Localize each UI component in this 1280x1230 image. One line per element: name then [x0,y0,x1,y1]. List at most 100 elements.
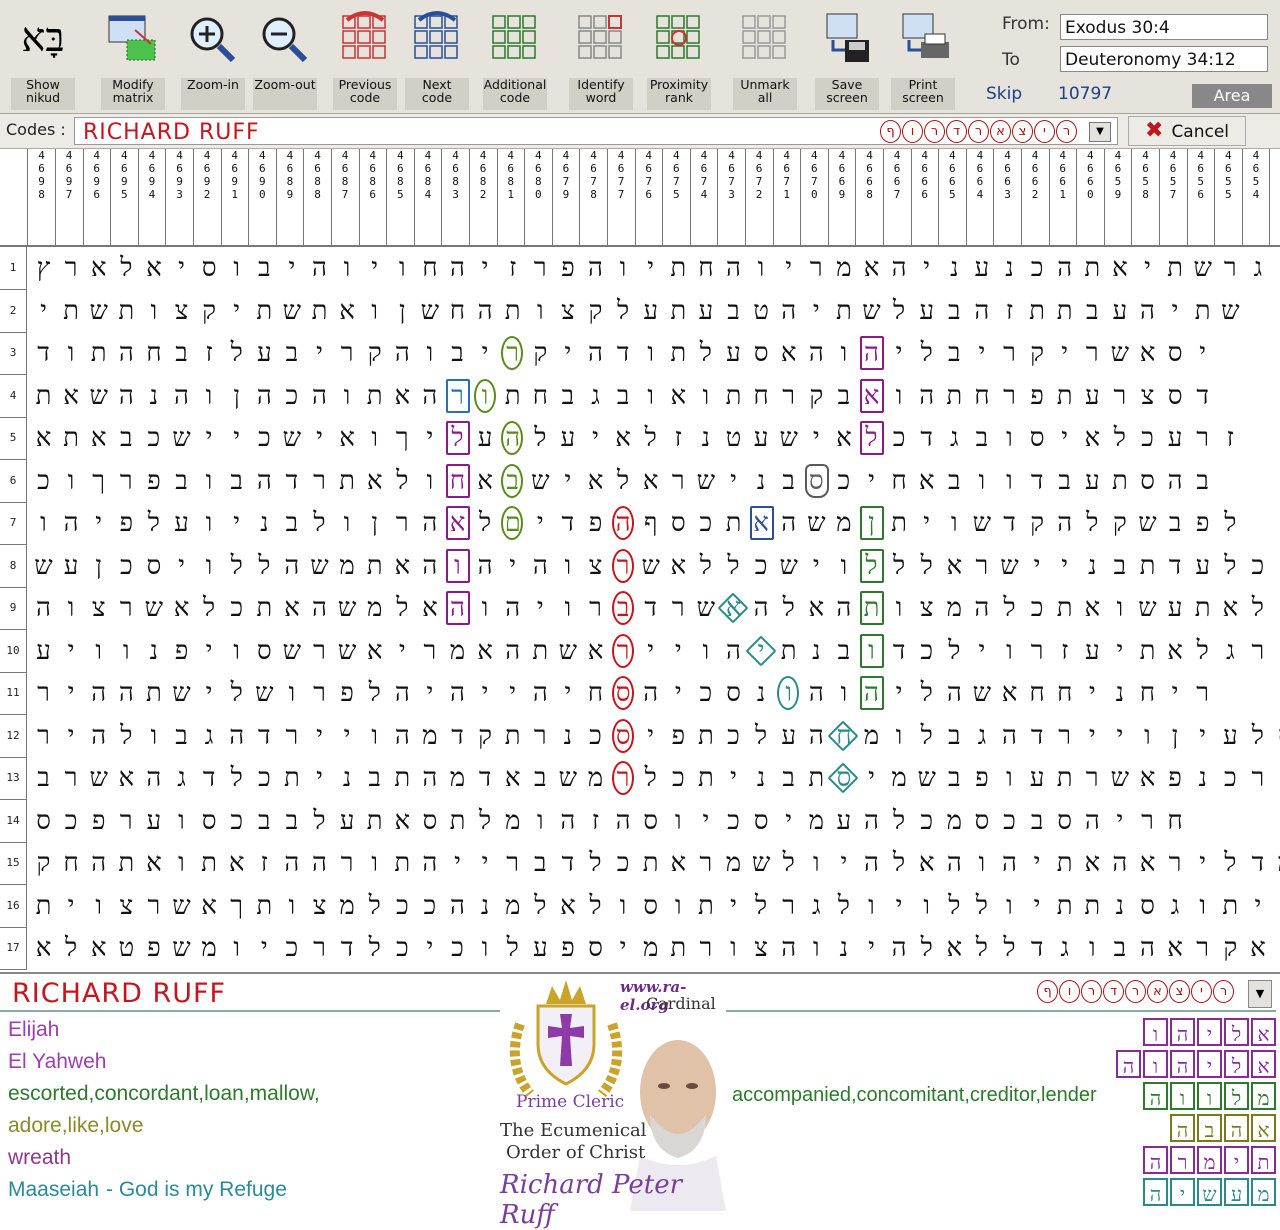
matrix-cell[interactable]: ב [1051,460,1078,502]
matrix-cell[interactable]: פ [1162,757,1189,799]
matrix-cell[interactable]: כ [1024,587,1051,629]
matrix-cell[interactable]: ש [30,545,57,587]
matrix-cell[interactable]: ה [472,290,499,332]
matrix-cell[interactable]: ח [1162,800,1189,842]
matrix-cell[interactable]: ו [58,332,85,374]
matrix-cell[interactable]: ת [803,757,830,799]
matrix-cell[interactable]: ל [692,545,719,587]
matrix-cell[interactable]: י [610,927,637,969]
matrix-cell[interactable]: ר [610,757,637,799]
matrix-cell[interactable]: ב [775,757,802,799]
matrix-cell[interactable]: ת [499,290,526,332]
matrix-cell[interactable]: ש [775,545,802,587]
matrix-cell[interactable]: ו [886,715,913,757]
matrix-cell[interactable]: י [1079,672,1106,714]
matrix-cell[interactable]: ל [996,587,1023,629]
matrix-cell[interactable]: נ [748,757,775,799]
matrix-cell[interactable]: ד [610,332,637,374]
matrix-cell[interactable]: כ [416,885,443,927]
matrix-cell[interactable]: ו [886,375,913,417]
matrix-cell[interactable]: ש [913,757,940,799]
matrix-cell[interactable]: א [85,247,112,289]
matrix-cell[interactable]: ה [168,375,195,417]
matrix-cell[interactable]: י [1134,247,1161,289]
matrix-cell[interactable]: ש [168,885,195,927]
matrix-cell[interactable]: ש [416,290,443,332]
matrix-cell[interactable]: ג [1217,630,1244,672]
matrix-cell[interactable]: ל [886,290,913,332]
matrix-cell[interactable]: ו [830,332,857,374]
matrix-cell[interactable]: ע [968,247,995,289]
matrix-cell[interactable]: ס [720,672,747,714]
matrix-cell[interactable]: ס [1134,885,1161,927]
matrix-cell[interactable]: ה [1134,927,1161,969]
matrix-cell[interactable]: ק [30,842,57,884]
matrix-cell[interactable]: ת [1079,885,1106,927]
matrix-cell[interactable]: ב [1162,502,1189,544]
matrix-cell[interactable]: ת [140,672,167,714]
matrix-cell[interactable]: ב [499,460,526,502]
matrix-cell[interactable]: א [941,927,968,969]
matrix-cell[interactable]: ר [306,672,333,714]
matrix-cell[interactable]: ו [416,332,443,374]
matrix-cell[interactable]: ל [830,885,857,927]
matrix-cell[interactable]: ת [113,842,140,884]
matrix-cell[interactable]: נ [140,630,167,672]
matrix-cell[interactable]: ז [1051,630,1078,672]
codes-field[interactable]: RICHARD RUFF ףורדראציר ▼ [74,117,1118,145]
matrix-cell[interactable]: ת [692,885,719,927]
matrix-cell[interactable]: א [85,927,112,969]
matrix-cell[interactable]: מ [499,800,526,842]
matrix-cell[interactable]: ר [58,247,85,289]
matrix-cell[interactable]: ש [85,290,112,332]
matrix-cell[interactable]: ה [278,545,305,587]
matrix-cell[interactable]: ה [444,587,471,629]
matrix-cell[interactable]: ר [996,375,1023,417]
matrix-cell[interactable]: ד [30,332,57,374]
matrix-cell[interactable]: ה [775,927,802,969]
matrix-cell[interactable]: מ [334,545,361,587]
matrix-cell[interactable]: ה [610,502,637,544]
matrix-cell[interactable]: ג [168,757,195,799]
matrix-cell[interactable]: ן [223,375,250,417]
matrix-cell[interactable]: ת [1051,885,1078,927]
matrix-cell[interactable]: ת [1079,247,1106,289]
matrix-cell[interactable]: ר [527,715,554,757]
matrix-cell[interactable]: ל [913,927,940,969]
matrix-cell[interactable]: ק [803,375,830,417]
matrix-cell[interactable]: ע [1079,630,1106,672]
matrix-cell[interactable]: א [472,460,499,502]
matrix-cell[interactable]: י [886,332,913,374]
matrix-cell[interactable]: ת [1189,587,1216,629]
matrix-cell[interactable]: כ [1024,247,1051,289]
matrix-button[interactable]: Modify matrix [98,6,168,110]
matrix-cell[interactable]: ן [85,545,112,587]
matrix-cell[interactable]: ע [1162,417,1189,459]
matrix-cell[interactable]: ס [610,672,637,714]
matrix-cell[interactable]: ת [30,375,57,417]
matrix-cell[interactable]: ד [1244,842,1271,884]
matrix-cell[interactable]: ה [416,757,443,799]
matrix-cell[interactable]: ו [389,247,416,289]
matrix-cell[interactable]: י [803,290,830,332]
matrix-cell[interactable]: ל [582,842,609,884]
zoom-in-button[interactable]: Zoom-in [178,6,248,110]
matrix-cell[interactable]: י [472,842,499,884]
matrix-cell[interactable]: ת [1024,290,1051,332]
matrix-cell[interactable]: ש [637,545,664,587]
matrix-cell[interactable]: ה [251,375,278,417]
matrix-cell[interactable]: ש [1217,290,1244,332]
matrix-cell[interactable]: ב [168,715,195,757]
matrix-cell[interactable]: כ [886,417,913,459]
matrix-cell[interactable]: ג [968,715,995,757]
matrix-cell[interactable]: ש [692,460,719,502]
matrix-cell[interactable]: ר [278,715,305,757]
matrix-cell[interactable]: ב [941,332,968,374]
matrix-cell[interactable]: ד [554,502,581,544]
matrix-cell[interactable]: ס [1162,332,1189,374]
matrix-cell[interactable]: ו [361,715,388,757]
matrix-cell[interactable]: ל [499,927,526,969]
matrix-cell[interactable]: א [858,247,885,289]
matrix-cell[interactable]: ה [720,630,747,672]
matrix-cell[interactable]: ת [665,247,692,289]
